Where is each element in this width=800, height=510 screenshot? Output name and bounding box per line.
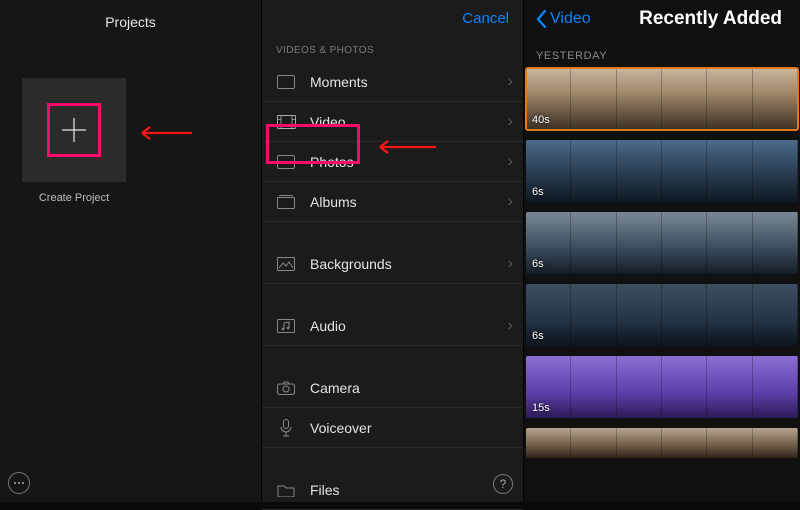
video-clip[interactable]: 40s — [526, 68, 798, 130]
library-title: Recently Added — [591, 8, 788, 30]
back-button[interactable]: Video — [536, 10, 591, 28]
clip-duration: 6s — [532, 258, 544, 270]
row-label: Files — [310, 482, 513, 498]
row-backgrounds[interactable]: Backgrounds › — [262, 244, 523, 284]
clip-duration: 6s — [532, 330, 544, 342]
projects-title: Projects — [0, 0, 261, 40]
video-clip[interactable] — [526, 428, 798, 458]
row-video[interactable]: Video › — [262, 102, 523, 142]
row-label: Albums — [310, 194, 502, 210]
row-label: Audio — [310, 318, 502, 334]
clip-duration: 40s — [532, 114, 550, 126]
projects-panel: Projects Create Project — [0, 0, 262, 502]
row-label: Voiceover — [310, 420, 513, 436]
cancel-button[interactable]: Cancel — [462, 10, 509, 27]
annotation-arrow — [136, 126, 192, 140]
plus-icon — [47, 103, 101, 157]
microphone-icon — [276, 420, 296, 436]
create-project-tile[interactable] — [22, 78, 126, 182]
chevron-left-icon — [536, 10, 546, 28]
camera-icon — [276, 380, 296, 396]
clip-duration: 15s — [532, 402, 550, 414]
folder-icon — [276, 482, 296, 498]
row-label: Video — [310, 114, 502, 130]
back-label: Video — [550, 10, 591, 28]
video-icon — [276, 114, 296, 130]
row-audio[interactable]: Audio › — [262, 306, 523, 346]
section-videos-photos: VIDEOS & PHOTOS — [262, 33, 523, 62]
row-files[interactable]: Files — [262, 470, 523, 510]
backgrounds-icon — [276, 256, 296, 272]
video-clip[interactable]: 6s — [526, 212, 798, 274]
row-voiceover[interactable]: Voiceover — [262, 408, 523, 448]
row-moments[interactable]: Moments › — [262, 62, 523, 102]
row-label: Camera — [310, 380, 513, 396]
clip-duration: 6s — [532, 186, 544, 198]
row-albums[interactable]: Albums › — [262, 182, 523, 222]
video-clip[interactable]: 6s — [526, 284, 798, 346]
row-label: Photos — [310, 154, 502, 170]
row-label: Moments — [310, 74, 502, 90]
moments-icon — [276, 74, 296, 90]
annotation-arrow — [374, 140, 436, 154]
create-project-label: Create Project — [22, 192, 126, 204]
video-clip[interactable]: 6s — [526, 140, 798, 202]
chevron-right-icon: › — [508, 73, 513, 91]
chevron-right-icon: › — [508, 153, 513, 171]
video-clip[interactable]: 15s — [526, 356, 798, 418]
section-yesterday: YESTERDAY — [524, 36, 800, 68]
help-button[interactable]: ? — [493, 474, 513, 494]
more-button[interactable] — [8, 472, 30, 494]
audio-icon — [276, 318, 296, 334]
chevron-right-icon: › — [508, 317, 513, 335]
media-picker-panel: Cancel VIDEOS & PHOTOS Moments › Video ›… — [262, 0, 524, 502]
row-camera[interactable]: Camera — [262, 368, 523, 408]
row-label: Backgrounds — [310, 256, 502, 272]
chevron-right-icon: › — [508, 255, 513, 273]
albums-icon — [276, 194, 296, 210]
chevron-right-icon: › — [508, 113, 513, 131]
photos-icon — [276, 154, 296, 170]
chevron-right-icon: › — [508, 193, 513, 211]
media-library-panel: Video Recently Added YESTERDAY 40s 6s 6s… — [524, 0, 800, 502]
